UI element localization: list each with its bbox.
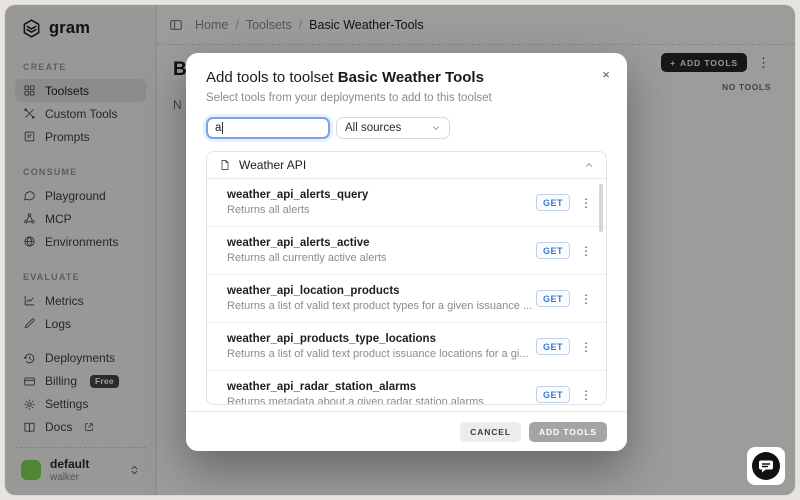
tool-row[interactable]: weather_api_products_type_locations Retu… <box>207 323 606 371</box>
kebab-menu-icon[interactable]: ⋮ <box>580 196 592 210</box>
tool-name: weather_api_alerts_query <box>227 189 368 201</box>
add-tools-dialog: Add tools to toolset Basic Weather Tools… <box>186 53 627 451</box>
kebab-menu-icon[interactable]: ⋮ <box>580 244 592 258</box>
http-method-badge: GET <box>536 338 570 355</box>
chat-widget-button[interactable] <box>747 447 785 485</box>
kebab-menu-icon[interactable]: ⋮ <box>580 340 592 354</box>
http-method-badge: GET <box>536 386 570 403</box>
source-filter-select[interactable]: All sources <box>336 117 450 139</box>
close-icon[interactable]: × <box>597 65 615 83</box>
tool-row[interactable]: weather_api_alerts_active Returns all cu… <box>207 227 606 275</box>
kebab-menu-icon[interactable]: ⋮ <box>580 292 592 306</box>
app-window: gram CREATE Toolsets Custom Tools Prompt… <box>5 5 795 495</box>
tool-row[interactable]: weather_api_radar_station_alarms Returns… <box>207 371 606 405</box>
dialog-title-toolset-name: Basic Weather Tools <box>338 69 484 86</box>
http-method-badge: GET <box>536 242 570 259</box>
tool-description: Returns metadata about a given radar sta… <box>227 396 484 405</box>
text-caret <box>222 122 223 134</box>
search-value: a <box>215 122 221 134</box>
tool-description: Returns a list of valid text product typ… <box>227 300 532 312</box>
kebab-menu-icon[interactable]: ⋮ <box>580 388 592 402</box>
tool-description: Returns all currently active alerts <box>227 252 387 264</box>
tool-row[interactable]: weather_api_alerts_query Returns all ale… <box>207 179 606 227</box>
chevron-up-icon[interactable] <box>584 160 594 170</box>
cancel-button[interactable]: CANCEL <box>460 422 521 442</box>
tool-group-header[interactable]: Weather API <box>207 152 606 179</box>
chat-widget-icon <box>751 451 781 481</box>
tool-row[interactable]: weather_api_location_products Returns a … <box>207 275 606 323</box>
tool-name: weather_api_products_type_locations <box>227 333 528 345</box>
tool-description: Returns all alerts <box>227 204 368 216</box>
http-method-badge: GET <box>536 194 570 211</box>
scrollbar-thumb[interactable] <box>599 184 603 232</box>
chevron-down-icon <box>431 123 441 133</box>
http-method-badge: GET <box>536 290 570 307</box>
submit-add-tools-button[interactable]: ADD TOOLS <box>529 422 607 442</box>
tool-list: Weather API weather_api_alerts_query Ret… <box>206 151 607 405</box>
tool-name: weather_api_radar_station_alarms <box>227 381 484 393</box>
tool-group-name: Weather API <box>239 158 576 172</box>
tool-name: weather_api_alerts_active <box>227 237 387 249</box>
search-input[interactable]: a <box>206 117 330 139</box>
dialog-title: Add tools to toolset Basic Weather Tools <box>206 69 607 86</box>
dialog-footer: CANCEL ADD TOOLS <box>186 411 627 451</box>
dialog-subtitle: Select tools from your deployments to ad… <box>206 92 607 104</box>
tool-description: Returns a list of valid text product iss… <box>227 348 528 360</box>
document-icon <box>219 159 231 171</box>
tool-name: weather_api_location_products <box>227 285 532 297</box>
source-filter-value: All sources <box>345 122 401 134</box>
